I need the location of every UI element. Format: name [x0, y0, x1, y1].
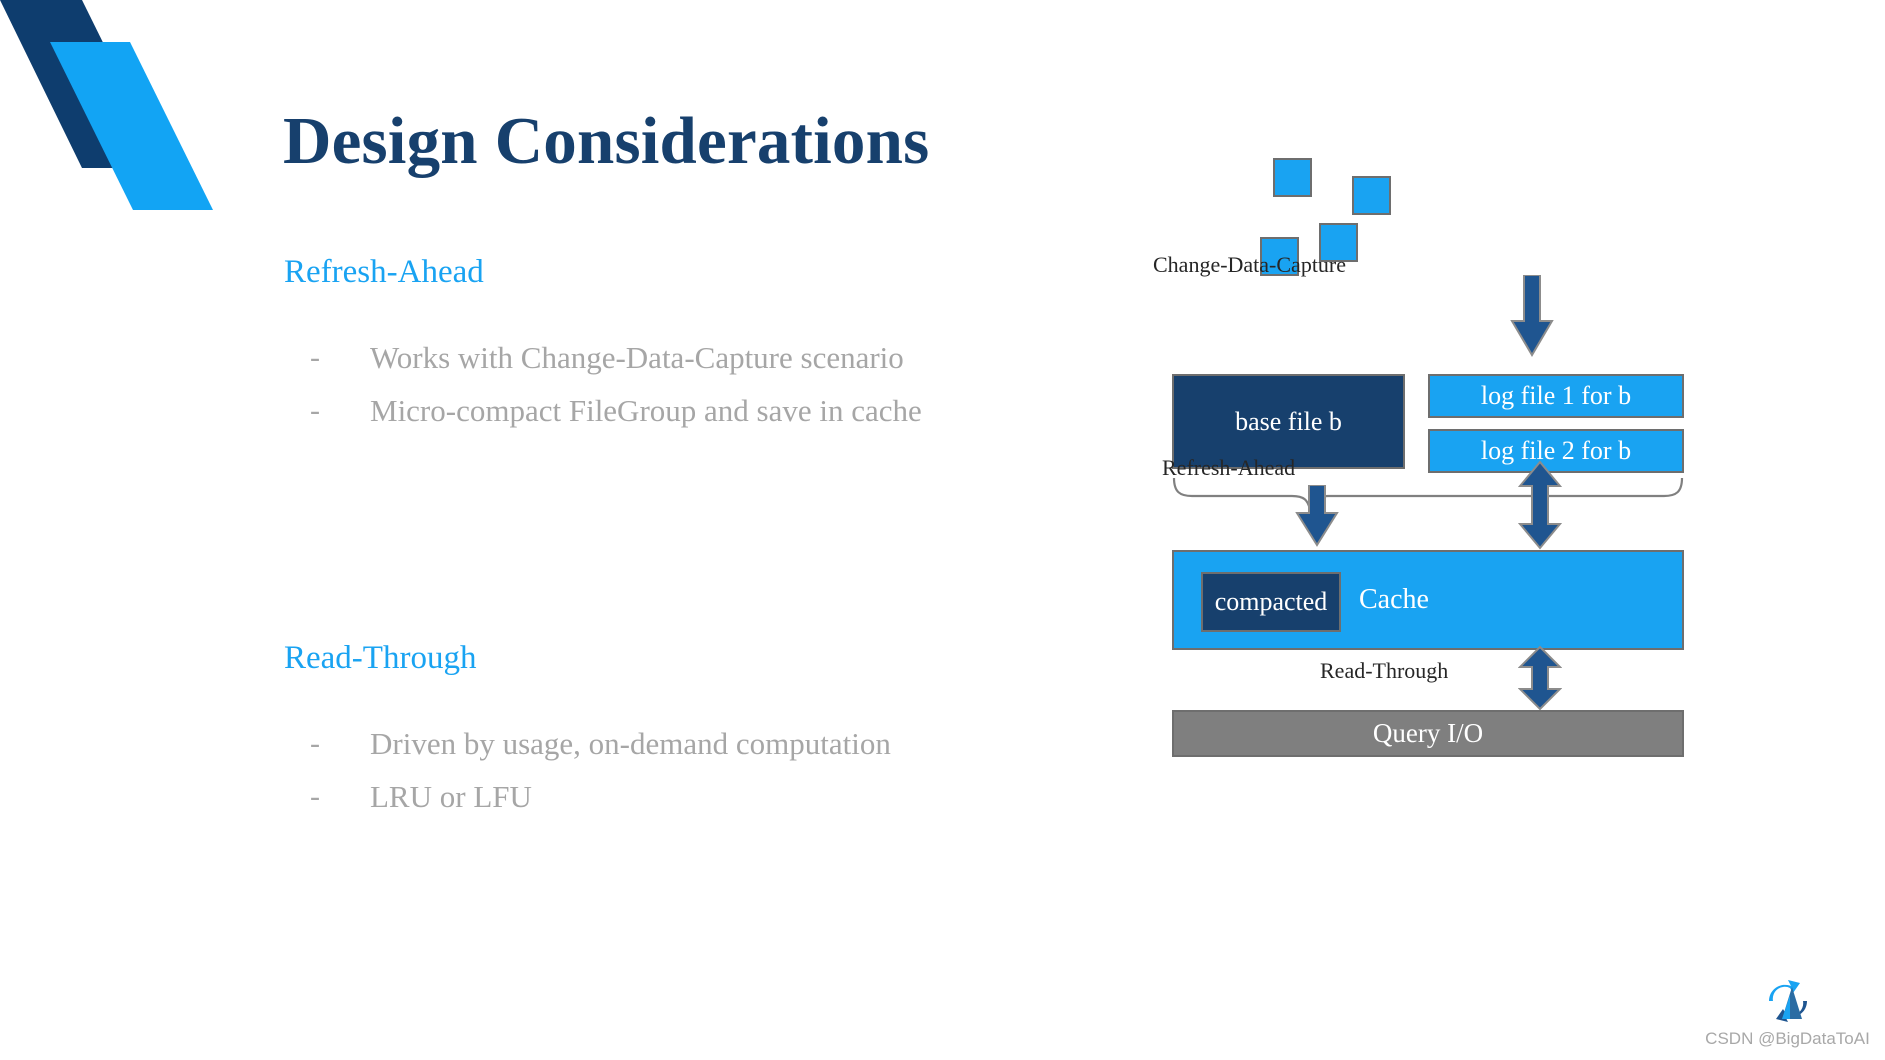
watermark-text: CSDN @BigDataToAI — [1705, 1029, 1870, 1048]
bullet-list-read-through: - Driven by usage, on-demand computation… — [310, 718, 1010, 824]
box-query-io: Query I/O — [1172, 710, 1684, 757]
section-heading-refresh-ahead: Refresh-Ahead — [284, 254, 484, 290]
label-cache: Cache — [1359, 584, 1429, 615]
refresh-ahead-down-arrow-icon — [1295, 485, 1339, 547]
cdc-down-arrow-icon — [1510, 275, 1554, 357]
incoming-data-square — [1352, 176, 1391, 215]
label-read-through: Read-Through — [1320, 658, 1449, 683]
box-cache: compacted Cache — [1172, 550, 1684, 650]
watermark: CSDN @BigDataToAI — [1700, 975, 1875, 1049]
refresh-ahead-brace — [1172, 477, 1684, 511]
box-compacted: compacted — [1201, 572, 1341, 632]
bigdatatoai-logo-icon — [1768, 980, 1807, 1022]
list-item: - Works with Change-Data-Capture scenari… — [310, 332, 1010, 383]
bullet-dash-marker: - — [310, 394, 320, 427]
list-item: - Driven by usage, on-demand computation — [310, 718, 1010, 769]
bullet-text: Works with Change-Data-Capture scenario — [370, 340, 904, 375]
cache-log-double-arrow-icon — [1518, 460, 1562, 550]
page-title: Design Considerations — [283, 104, 930, 178]
label-change-data-capture: Change-Data-Capture — [1153, 252, 1347, 277]
slide-canvas: Design Considerations Refresh-Ahead - Wo… — [0, 0, 1885, 1060]
list-item: - Micro-compact FileGroup and save in ca… — [310, 385, 1010, 436]
section-heading-read-through: Read-Through — [284, 640, 477, 676]
list-item: - LRU or LFU — [310, 771, 1010, 822]
corner-ribbon-decoration — [0, 0, 213, 210]
architecture-diagram: Change-Data-Capture base file b log file… — [1140, 140, 1700, 930]
bullet-text: LRU or LFU — [370, 779, 532, 814]
bullet-dash-marker: - — [310, 727, 320, 760]
incoming-data-square — [1273, 158, 1312, 197]
label-refresh-ahead: Refresh-Ahead — [1162, 455, 1296, 480]
bullet-dash-marker: - — [310, 780, 320, 813]
box-log-file-1: log file 1 for b — [1428, 374, 1684, 418]
bullet-text: Micro-compact FileGroup and save in cach… — [370, 393, 922, 428]
bullet-text: Driven by usage, on-demand computation — [370, 726, 891, 761]
read-through-double-arrow-icon — [1518, 645, 1562, 711]
bullet-dash-marker: - — [310, 341, 320, 374]
bullet-list-refresh-ahead: - Works with Change-Data-Capture scenari… — [310, 332, 1010, 438]
